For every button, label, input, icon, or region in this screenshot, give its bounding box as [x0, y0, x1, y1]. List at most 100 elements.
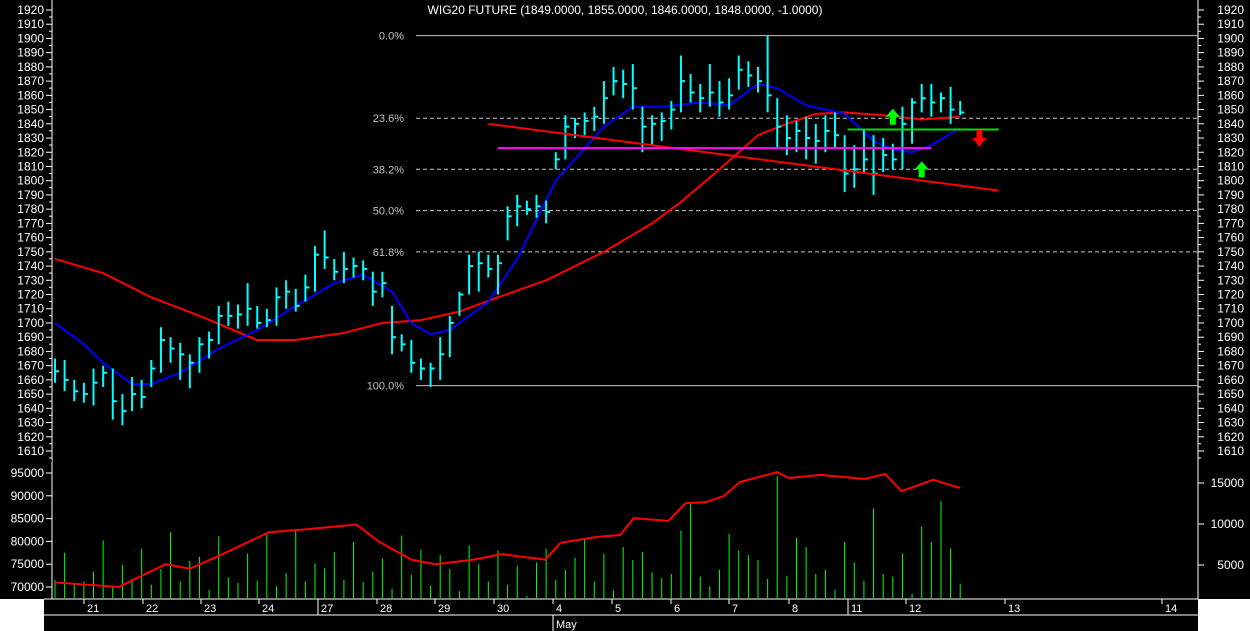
- price-tick-label: 1690: [1217, 330, 1244, 344]
- fib-level-label: 38.2%: [373, 164, 404, 176]
- price-tick-label: 1880: [1217, 60, 1244, 74]
- price-tick-label: 1760: [17, 231, 44, 245]
- price-tick-label: 1820: [17, 145, 44, 159]
- price-tick-label: 1780: [17, 202, 44, 216]
- sell-arrow-icon: [972, 130, 987, 148]
- fib-level-label: 100.0%: [367, 381, 405, 393]
- fib-level-label: 50.0%: [373, 206, 404, 218]
- month-label: May: [556, 619, 577, 631]
- day-label: 7: [732, 603, 738, 615]
- price-tick-label: 1630: [17, 416, 44, 430]
- price-tick-label: 1890: [1217, 46, 1244, 60]
- price-tick-label: 1660: [1217, 373, 1244, 387]
- price-tick-label: 1860: [1217, 88, 1244, 102]
- chart-title: WIG20 FUTURE (1849.0000, 1855.0000, 1846…: [428, 3, 823, 17]
- price-tick-label: 1820: [1217, 145, 1244, 159]
- price-tick-label: 1620: [1217, 430, 1244, 444]
- price-tick-label: 1800: [1217, 174, 1244, 188]
- price-tick-label: 1910: [17, 17, 44, 31]
- price-tick-label: 1730: [1217, 273, 1244, 287]
- price-tick-label: 1620: [17, 430, 44, 444]
- oi-tick-label: 75000: [11, 557, 45, 571]
- price-tick-label: 1890: [17, 46, 44, 60]
- buy-arrow-icon: [885, 108, 900, 125]
- price-tick-label: 1680: [17, 344, 44, 358]
- day-label: 5: [615, 603, 621, 615]
- price-tick-label: 1760: [1217, 231, 1244, 245]
- fib-level-label: 61.8%: [373, 247, 404, 259]
- oi-tick-label: 95000: [11, 466, 45, 480]
- day-label: 28: [380, 603, 392, 615]
- price-tick-label: 1920: [1217, 3, 1244, 17]
- price-tick-label: 1640: [17, 401, 44, 415]
- day-label: 29: [438, 603, 450, 615]
- price-tick-label: 1650: [1217, 387, 1244, 401]
- price-tick-label: 1880: [17, 60, 44, 74]
- corner-right: [1198, 599, 1250, 631]
- price-tick-label: 1850: [17, 103, 44, 117]
- price-tick-label: 1750: [1217, 245, 1244, 259]
- price-tick-label: 1860: [17, 88, 44, 102]
- price-tick-label: 1640: [1217, 401, 1244, 415]
- price-tick-label: 1870: [17, 74, 44, 88]
- price-tick-label: 1840: [17, 117, 44, 131]
- day-label: 8: [792, 603, 798, 615]
- price-tick-label: 1720: [1217, 288, 1244, 302]
- price-tick-label: 1720: [17, 288, 44, 302]
- day-label: 24: [262, 603, 274, 615]
- volume-tick-label: 10000: [1211, 517, 1245, 531]
- day-label: 6: [674, 603, 680, 615]
- oi-tick-label: 90000: [11, 489, 45, 503]
- oi-tick-label: 80000: [11, 534, 45, 548]
- price-tick-label: 1680: [1217, 344, 1244, 358]
- price-tick-label: 1630: [1217, 416, 1244, 430]
- day-label: 22: [146, 603, 158, 615]
- price-tick-label: 1740: [1217, 259, 1244, 273]
- price-tick-label: 1900: [17, 31, 44, 45]
- open-interest-line: [54, 471, 961, 589]
- price-tick-label: 1710: [1217, 302, 1244, 316]
- price-chart: 1920 19201910 19101900 19001890 18901880 1880…: [0, 0, 1250, 631]
- price-tick-label: 1650: [17, 387, 44, 401]
- price-tick-label: 1670: [1217, 359, 1244, 373]
- volume-tick-label: 5000: [1217, 558, 1244, 572]
- day-label: 13: [1008, 603, 1020, 615]
- day-label: 4: [556, 603, 562, 615]
- price-tick-label: 1780: [1217, 202, 1244, 216]
- price-tick-label: 1750: [17, 245, 44, 259]
- price-tick-label: 1730: [17, 273, 44, 287]
- corner-left: [0, 599, 44, 631]
- price-tick-label: 1700: [17, 316, 44, 330]
- price-tick-label: 1810: [17, 159, 44, 173]
- price-tick-label: 1670: [17, 359, 44, 373]
- price-tick-label: 1790: [17, 188, 44, 202]
- oi-tick-label: 85000: [11, 512, 45, 526]
- day-label: 21: [87, 603, 99, 615]
- buy-arrow-icon: [914, 161, 929, 178]
- fib-level-label: 0.0%: [379, 31, 404, 43]
- price-tick-label: 1800: [17, 174, 44, 188]
- price-tick-label: 1900: [1217, 31, 1244, 45]
- day-label: 11: [851, 603, 862, 615]
- price-tick-label: 1870: [1217, 74, 1244, 88]
- price-tick-label: 1920: [17, 3, 44, 17]
- price-tick-label: 1740: [17, 259, 44, 273]
- price-tick-label: 1910: [1217, 17, 1244, 31]
- price-tick-label: 1850: [1217, 103, 1244, 117]
- price-tick-label: 1830: [17, 131, 44, 145]
- price-tick-label: 1610: [17, 444, 44, 458]
- volume-tick-label: 15000: [1211, 476, 1245, 490]
- price-tick-label: 1830: [1217, 131, 1244, 145]
- day-label: 14: [1165, 603, 1177, 615]
- day-label: 30: [497, 603, 509, 615]
- price-tick-label: 1770: [17, 216, 44, 230]
- price-tick-label: 1790: [1217, 188, 1244, 202]
- price-tick-label: 1690: [17, 330, 44, 344]
- price-tick-label: 1840: [1217, 117, 1244, 131]
- price-tick-label: 1700: [1217, 316, 1244, 330]
- price-tick-label: 1610: [1217, 444, 1244, 458]
- fib-level-label: 23.6%: [373, 113, 404, 125]
- oi-tick-label: 70000: [11, 580, 45, 594]
- price-tick-label: 1710: [17, 302, 44, 316]
- day-label: 12: [909, 603, 921, 615]
